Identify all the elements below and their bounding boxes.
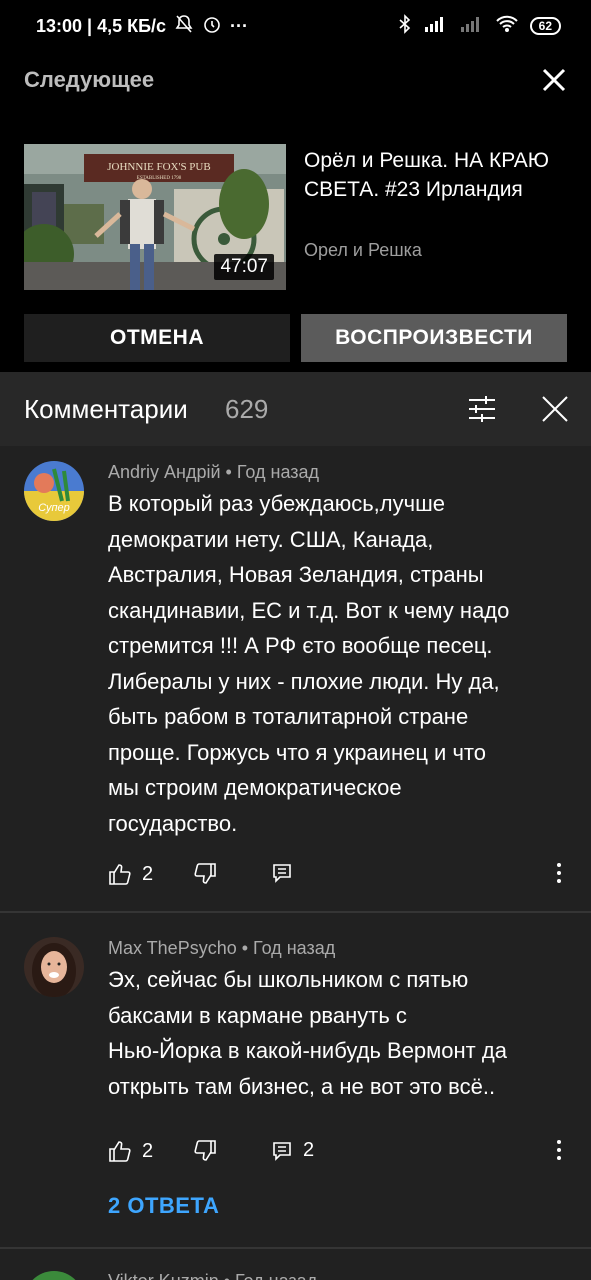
mute-icon [174,14,194,39]
video-duration: 47:07 [214,254,274,280]
like-button[interactable]: 2 [108,1139,153,1163]
comment-author: Max ThePsycho • Год назад [108,938,336,958]
up-next-channel: Орел и Решка [304,240,422,260]
alarm-icon [202,14,222,39]
battery-indicator: 62 [529,17,561,35]
like-button[interactable]: 2 [108,862,153,886]
video-thumbnail[interactable]: JOHNNIE FOX'S PUB ESTABLISHED 1798 47:07 [24,144,286,290]
comment-item: Viktor Kuzmin • Год назад [0,1249,591,1280]
reply-icon [273,1141,291,1161]
close-icon [542,68,566,92]
close-icon [542,396,568,422]
reply-count: 2 [303,1139,315,1161]
comment-actions: 2 2 [108,1139,578,1167]
comment-menu-button[interactable] [556,1139,562,1161]
more-vertical-icon [557,1140,561,1160]
more-vertical-icon [557,863,561,883]
dislike-button[interactable] [193,1139,217,1163]
comment-menu-button[interactable] [556,862,562,884]
avatar[interactable]: Супер [24,461,84,521]
signal-icon [424,15,448,38]
like-count: 2 [142,862,154,885]
like-count: 2 [142,1139,154,1162]
bluetooth-icon [398,13,412,39]
status-time: 13:00 | 4,5 КБ/с [36,15,167,36]
filter-icon [469,396,495,422]
close-comments-button[interactable] [540,394,570,429]
sort-comments-button[interactable] [467,394,497,429]
up-next-heading: Следующее [24,67,155,92]
svg-text:JOHNNIE FOX'S PUB: JOHNNIE FOX'S PUB [107,161,210,173]
up-next-video-title[interactable]: Орёл и Решка. НА КРАЮ СВЕТА. #23 Ирланди… [304,146,574,204]
thumbs-down-icon [194,863,216,884]
svg-text:Супер: Супер [38,502,70,514]
comment-author: Viktor Kuzmin • Год назад [108,1271,317,1280]
thumbs-down-icon [194,1140,216,1161]
view-replies-link[interactable]: 2 ОТВЕТА [108,1193,219,1219]
reply-icon [273,864,291,883]
reply-button[interactable] [271,862,303,884]
signal-2-icon [460,15,484,38]
thumbs-up-icon [109,864,131,885]
comment-item: Супер Andriy Андрій • Год назад В которы… [0,446,591,911]
avatar[interactable] [24,1271,84,1280]
comment-text: Эх, сейчас бы школьником с пятью баксами… [108,967,507,1099]
comments-count: 629 [225,394,269,424]
wifi-icon [495,15,518,38]
dislike-button[interactable] [193,862,217,886]
thumbs-up-icon [109,1141,131,1162]
comment-author: Andriy Андрій • Год назад [108,462,320,482]
comments-title: Комментарии [24,394,188,424]
comment-actions: 2 [108,862,578,890]
up-next-panel: Следующее JOHNNIE FOX'S PUB ESTABLISHED … [0,52,591,372]
comments-header: Комментарии 629 [0,372,591,446]
comment-item: Max ThePsycho • Год назад Эх, сейчас бы … [0,913,591,1247]
comment-text: В который раз убеждаюсь,лучше демократии… [108,491,510,836]
more-status-icon: ··· [230,15,249,36]
comments-panel: Комментарии 629 Супер Andriy Андрій • Го… [0,372,591,1280]
reply-button[interactable]: 2 [271,1139,314,1162]
status-bar: 13:00 | 4,5 КБ/с ··· 62 [0,0,591,52]
cancel-button[interactable]: ОТМЕНА [24,314,290,362]
avatar[interactable] [24,937,84,997]
play-button[interactable]: ВОСПРОИЗВЕСТИ [301,314,567,362]
close-up-next-button[interactable] [540,66,568,94]
